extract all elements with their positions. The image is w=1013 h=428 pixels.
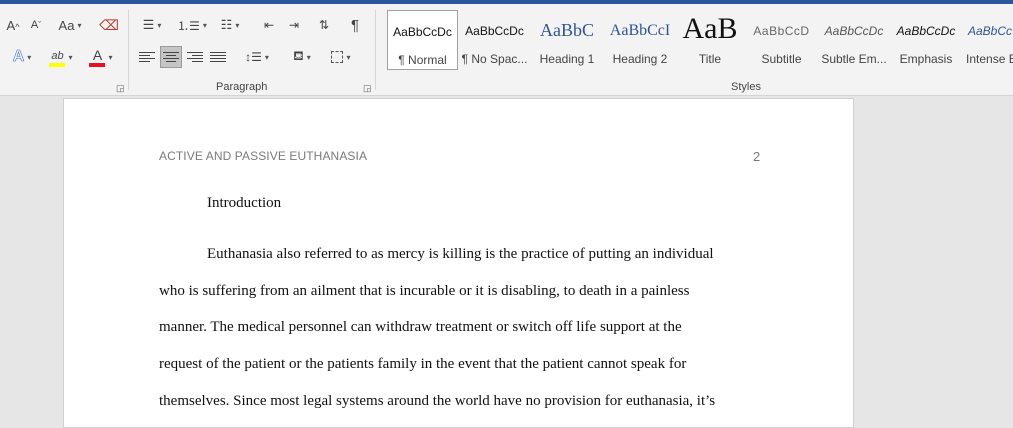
numbering-icon: ⒈☰ [177, 18, 200, 33]
multilevel-list-button[interactable]: ☷ ▾ [213, 16, 247, 34]
body-line: themselves. Since most legal systems aro… [159, 393, 716, 409]
chevron-down-icon: ▾ [77, 20, 82, 30]
section-heading: Introduction [207, 195, 282, 211]
running-head: ACTIVE AND PASSIVE EUTHANASIA [159, 149, 368, 163]
change-case-icon: Aa [58, 17, 75, 33]
highlighter-icon: ab [49, 47, 66, 67]
style-emphasis[interactable]: AaBbCcDc Emphasis [891, 10, 961, 70]
bullets-icon: ☰ [142, 17, 155, 32]
line-spacing-icon: ↕☰ [245, 50, 262, 64]
multilevel-list-icon: ☷ [220, 17, 233, 32]
text-effects-button[interactable]: A ▾ [5, 47, 39, 67]
numbering-button[interactable]: ⒈☰ ▾ [175, 16, 209, 34]
increase-indent-icon: ⇥ [288, 18, 300, 32]
borders-button[interactable]: ▾ [324, 47, 358, 67]
style-title[interactable]: AaB Title [678, 10, 742, 70]
body-line: who is suffering from an ailment that is… [159, 283, 690, 299]
chevron-down-icon: ▾ [108, 52, 113, 62]
pilcrow-icon: ¶ [350, 16, 360, 34]
align-left-icon [139, 51, 155, 63]
font-color-icon: A [89, 47, 106, 67]
shading-button[interactable]: ⛾ ▾ [285, 47, 319, 67]
highlight-button[interactable]: ab ▾ [44, 46, 78, 68]
shrink-font-icon: Aˇ [30, 19, 42, 31]
increase-indent-button[interactable]: ⇥ [283, 16, 305, 34]
style-no-spacing[interactable]: AaBbCcDc ¶ No Spac... [460, 10, 529, 70]
sort-button[interactable]: ⇅ [313, 16, 335, 34]
align-center-icon [163, 51, 179, 63]
chevron-down-icon: ▾ [68, 52, 73, 62]
styles-gallery: AaBbCcDc ¶ Normal AaBbCcDc ¶ No Spac... … [384, 10, 1013, 72]
page-number: 2 [753, 149, 761, 164]
chevron-down-icon: ▾ [235, 20, 240, 30]
style-normal[interactable]: AaBbCcDc ¶ Normal [387, 10, 458, 70]
show-formatting-button[interactable]: ¶ [344, 16, 366, 34]
text-effects-icon: A [12, 48, 25, 66]
chevron-down-icon: ▾ [202, 20, 207, 30]
group-separator [128, 10, 129, 90]
ribbon: A^ Aˇ Aa ▾ ⌫ A ▾ ab ▾ A ▾ ◲ ☰ ▾ ⒈☰ ▾ ☷ ▾ ⇤ ⇥ [0, 4, 1013, 96]
clear-formatting-icon: ⌫ [99, 16, 119, 33]
paint-bucket-icon: ⛾ [293, 48, 304, 63]
styles-group-label: Styles [731, 81, 761, 93]
style-heading-1[interactable]: AaBbC Heading 1 [532, 10, 602, 70]
font-color-button[interactable]: A ▾ [84, 46, 118, 68]
align-center-button[interactable] [160, 46, 182, 68]
align-left-button[interactable] [137, 47, 157, 67]
clear-formatting-button[interactable]: ⌫ [98, 16, 120, 34]
chevron-down-icon: ▾ [264, 52, 269, 62]
shrink-font-button[interactable]: Aˇ [26, 16, 46, 34]
body-line: Euthanasia also referred to as mercy is … [207, 246, 714, 262]
font-dialog-launcher-icon[interactable]: ◲ [116, 83, 125, 94]
line-spacing-button[interactable]: ↕☰ ▾ [240, 47, 274, 67]
paragraph-dialog-launcher-icon[interactable]: ◲ [363, 83, 372, 94]
decrease-indent-button[interactable]: ⇤ [258, 16, 280, 34]
chevron-down-icon: ▾ [346, 52, 351, 62]
change-case-button[interactable]: Aa ▾ [54, 16, 86, 34]
justify-icon [210, 51, 226, 63]
chevron-down-icon: ▾ [306, 52, 311, 62]
body-line: request of the patient or the patients f… [159, 356, 687, 372]
grow-font-icon: A^ [6, 17, 20, 33]
style-subtle-emphasis[interactable]: AaBbCcDc Subtle Em... [820, 10, 888, 70]
paragraph-group-label: Paragraph [216, 81, 268, 93]
style-intense-emphasis[interactable]: AaBbCc Intense E [964, 10, 1013, 70]
group-separator [375, 10, 376, 90]
justify-button[interactable] [208, 47, 228, 67]
document-page[interactable]: ACTIVE AND PASSIVE EUTHANASIA 2 Introduc… [63, 98, 854, 428]
align-right-button[interactable] [185, 47, 205, 67]
body-line: manner. The medical personnel can withdr… [159, 319, 682, 335]
style-heading-2[interactable]: AaBbCcI Heading 2 [605, 10, 675, 70]
chevron-down-icon: ▾ [27, 52, 32, 62]
borders-icon [331, 51, 344, 63]
align-right-icon [187, 51, 203, 63]
sort-icon: ⇅ [318, 18, 330, 32]
bullets-button[interactable]: ☰ ▾ [136, 16, 168, 34]
grow-font-button[interactable]: A^ [3, 16, 23, 34]
decrease-indent-icon: ⇤ [263, 18, 275, 32]
chevron-down-icon: ▾ [157, 20, 162, 30]
style-subtitle[interactable]: AaBbCcD Subtitle [746, 10, 817, 70]
